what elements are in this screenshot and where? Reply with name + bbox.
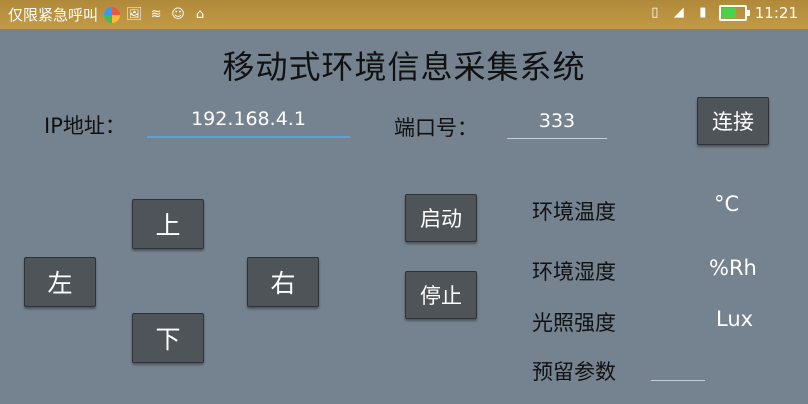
page-title: 移动式环境信息采集系统 [222, 48, 586, 86]
android-icon: ⌂ [195, 6, 205, 22]
left-button[interactable]: 左 [24, 257, 96, 307]
light-label: 光照强度 [532, 311, 616, 335]
temperature-label: 环境温度 [532, 200, 616, 224]
start-button[interactable]: 启动 [405, 194, 477, 242]
chat-icon: ☺ [171, 6, 185, 22]
ip-label: IP地址： [44, 114, 126, 138]
no-signal-icon: ◢ [673, 5, 684, 20]
status-bar: 仅限紧急呼叫 🖼 ≋ ☺ ⌂ ▯ ◢ ▮ 11:21 [0, 0, 808, 29]
port-label: 端口号： [394, 116, 478, 140]
connect-button[interactable]: 连接 [697, 97, 769, 145]
image-icon: 🖼 [126, 6, 143, 22]
up-button[interactable]: 上 [132, 199, 204, 249]
reserve-label: 预留参数 [532, 360, 616, 384]
battery-icon [718, 5, 750, 21]
carrier-text: 仅限紧急呼叫 [8, 6, 99, 24]
reserve-value-field [651, 370, 705, 381]
light-unit: Lux [716, 307, 754, 331]
app-color-icon [104, 6, 121, 23]
port-input[interactable]: 333 [507, 110, 607, 139]
stop-button[interactable]: 停止 [405, 271, 477, 319]
vibrate-icon: ▯ [651, 5, 659, 20]
temperature-unit: °C [714, 192, 740, 216]
clock: 11:21 [754, 4, 798, 22]
humidity-label: 环境湿度 [532, 260, 616, 284]
down-button[interactable]: 下 [132, 313, 204, 363]
ip-input[interactable]: 192.168.4.1 [147, 108, 350, 138]
humidity-unit: %Rh [709, 256, 757, 280]
right-button[interactable]: 右 [247, 257, 319, 307]
wifi-icon: ≋ [150, 6, 162, 22]
status-left: 仅限紧急呼叫 🖼 ≋ ☺ ⌂ [8, 4, 208, 25]
sim-icon: ▮ [699, 5, 707, 20]
status-right: ▯ ◢ ▮ 11:21 [647, 4, 798, 22]
